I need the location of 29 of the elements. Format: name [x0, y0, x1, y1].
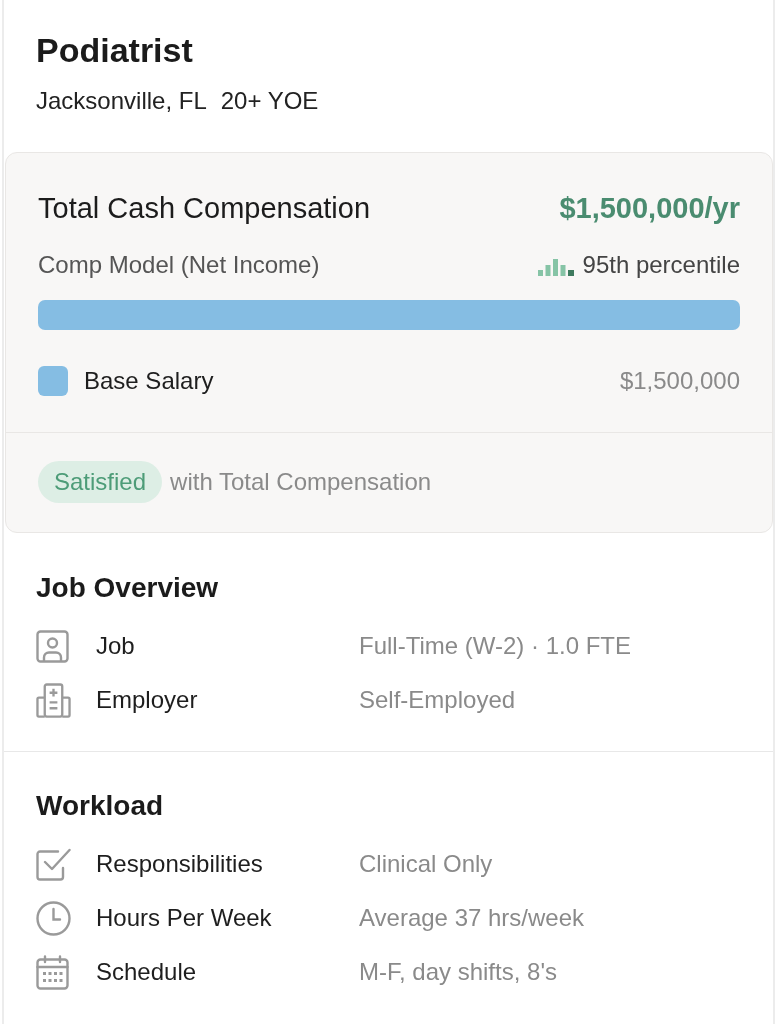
percentile-bars-icon	[537, 258, 574, 276]
detail-label: Responsibilities	[96, 850, 264, 878]
detail-value: Full-Time (W-2) · 1.0 FTE	[359, 632, 631, 660]
detail-value: Average 37 hrs/week	[359, 904, 585, 932]
section-heading: Workload	[36, 789, 164, 823]
calendar-icon	[36, 954, 69, 990]
detail-label: Employer	[96, 686, 199, 714]
compensation-title: Total Cash Compensation	[38, 191, 371, 225]
detail-label: Schedule	[96, 958, 198, 986]
clock-icon	[36, 900, 71, 936]
detail-label: Job	[96, 632, 136, 660]
hospital-building-icon	[36, 682, 71, 718]
legend-amount: $1,500,000	[619, 367, 740, 395]
section-heading: Job Overview	[36, 571, 219, 605]
total-amount: $1,500,000/yr	[559, 191, 740, 225]
comp-model-text: Comp Model (Net Income)	[38, 251, 320, 279]
checkbox-icon	[36, 847, 71, 881]
detail-label: Hours Per Week	[96, 904, 273, 932]
satisfaction-badge: Satisfied	[38, 461, 163, 503]
experience-text: 20+ YOE	[220, 86, 319, 116]
location-text: Jacksonville, FL	[36, 86, 207, 116]
detail-value: Clinical Only	[359, 850, 493, 878]
detail-value: Self-Employed	[359, 686, 516, 714]
satisfaction-text: with Total Compensation	[170, 468, 432, 496]
legend-label: Base Salary	[84, 367, 214, 395]
person-icon	[36, 629, 69, 663]
percentile-text: 95th percentile	[582, 251, 740, 279]
job-title: Podiatrist	[36, 30, 193, 71]
detail-value: M-F, day shifts, 8's	[359, 958, 557, 986]
